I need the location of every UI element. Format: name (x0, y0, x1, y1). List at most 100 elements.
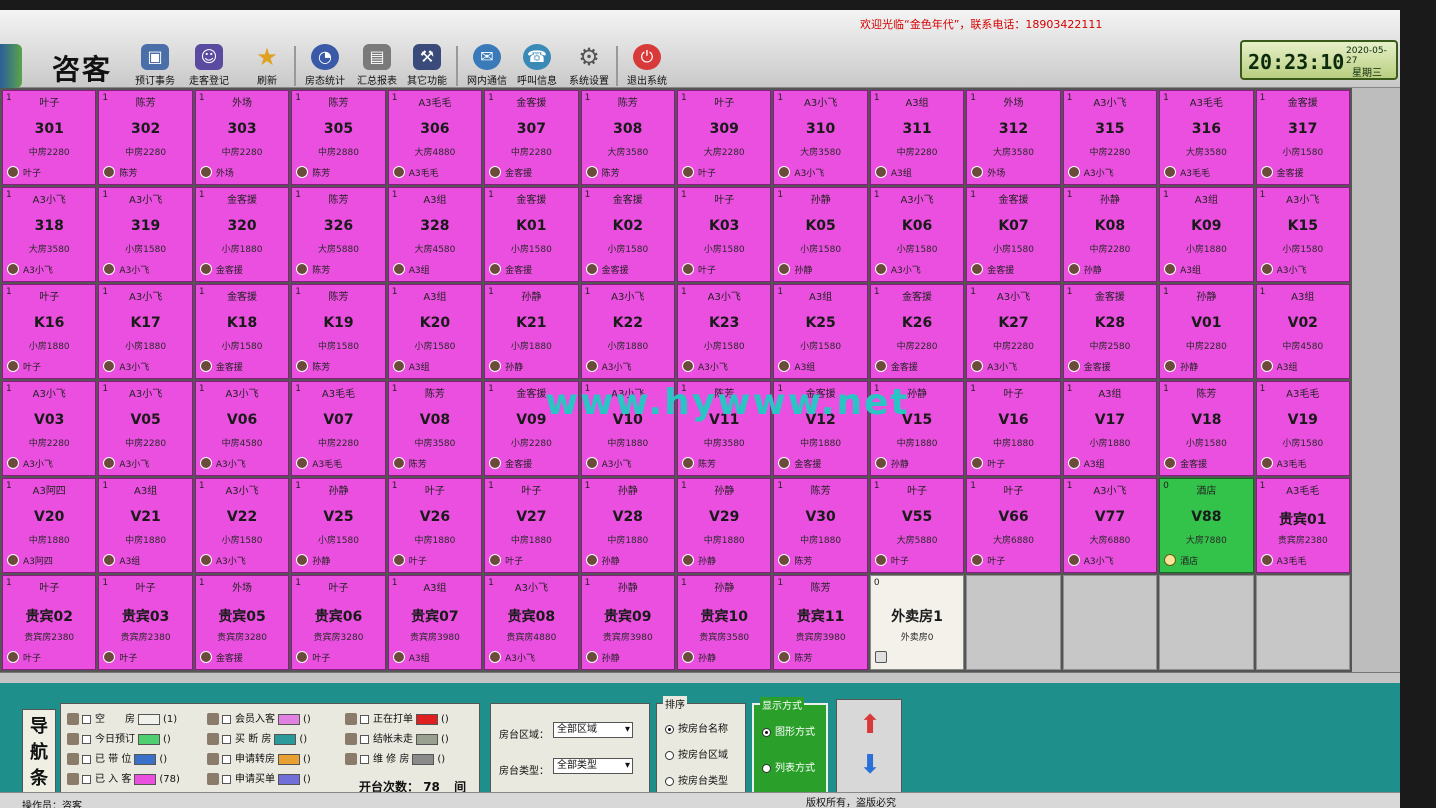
legend-checkbox[interactable] (82, 774, 91, 784)
booking-button[interactable]: ▣ 预订事务 (128, 44, 182, 88)
room-cell[interactable]: 0 酒店 V88 大房7880 酒店 (1159, 478, 1254, 573)
room-cell[interactable]: 1 陈芳 326 大房5880 陈芳 (291, 187, 386, 282)
room-cell[interactable]: 1 孙静 贵宾10 贵宾房3580 孙静 (677, 575, 772, 670)
room-cell[interactable]: 1 孙静 K05 小房1580 孙静 (773, 187, 868, 282)
room-cell[interactable]: 1 陈芳 V30 中房1880 陈芳 (773, 478, 868, 573)
room-cell[interactable]: 1 陈芳 V18 小房1580 金客援 (1159, 381, 1254, 476)
room-cell[interactable]: 1 叶子 V66 大房6880 叶子 (966, 478, 1061, 573)
room-cell[interactable]: 1 A3小飞 318 大房3580 A3小飞 (2, 187, 97, 282)
room-cell[interactable]: 1 A3组 K25 小房1580 A3组 (773, 284, 868, 379)
room-cell[interactable]: 1 A3小飞 319 小房1580 A3小飞 (98, 187, 193, 282)
room-cell[interactable]: 1 A3毛毛 306 大房4880 A3毛毛 (387, 90, 483, 185)
room-cell[interactable]: 1 A3小飞 V05 中房2280 A3小飞 (98, 381, 193, 476)
sort-option[interactable]: 按房台名称 (665, 720, 728, 735)
legend-checkbox[interactable] (222, 754, 231, 764)
room-cell[interactable]: 1 A3小飞 V06 中房4580 A3小飞 (194, 381, 290, 476)
room-cell[interactable]: 1 A3组 K20 小房1580 A3组 (387, 284, 483, 379)
room-cell[interactable]: 1 A3组 K09 小房1880 A3组 (1159, 187, 1254, 282)
room-cell[interactable]: 1 A3小飞 310 大房3580 A3小飞 (773, 90, 868, 185)
room-cell[interactable]: 1 A3毛毛 316 大房3580 A3毛毛 (1159, 90, 1254, 185)
room-cell[interactable]: 0 外卖房1 外卖房0 (869, 575, 965, 670)
room-cell[interactable]: 1 外场 312 大房3580 外场 (966, 90, 1061, 185)
walk-register-button[interactable]: ☺ 走客登记 (182, 44, 236, 88)
legend-checkbox[interactable] (222, 774, 231, 784)
legend-checkbox[interactable] (82, 714, 91, 724)
room-cell[interactable]: 1 陈芳 302 中房2280 陈芳 (98, 90, 193, 185)
room-cell[interactable]: 1 外场 贵宾05 贵宾房3280 金客援 (194, 575, 290, 670)
room-cell[interactable]: 1 金客援 K26 中房2280 金客援 (869, 284, 965, 379)
room-cell[interactable]: 1 A3小飞 K23 小房1580 A3小飞 (677, 284, 772, 379)
room-cell[interactable]: 1 A3组 贵宾07 贵宾房3980 A3组 (387, 575, 483, 670)
room-cell[interactable]: 1 叶子 K03 小房1580 叶子 (677, 187, 772, 282)
room-cell[interactable]: 1 金客援 307 中房2280 金客援 (484, 90, 579, 185)
room-cell[interactable]: 1 A3组 V17 小房1880 A3组 (1062, 381, 1158, 476)
room-cell[interactable]: 1 孙静 V28 中房1880 孙静 (580, 478, 675, 573)
sort-option[interactable]: 按房台类型 (665, 772, 728, 787)
legend-checkbox[interactable] (360, 714, 369, 724)
room-cell[interactable]: 1 A3小飞 V10 中房1880 A3小飞 (580, 381, 675, 476)
scroll-down-button[interactable]: ⬇ (855, 750, 885, 780)
room-cell[interactable]: 1 A3毛毛 V19 小房1580 A3毛毛 (1255, 381, 1350, 476)
display-option[interactable]: 图形方式 (762, 723, 815, 738)
other-functions-button[interactable]: ⚒ 其它功能 (400, 44, 454, 88)
room-cell[interactable]: 1 陈芳 308 大房3580 陈芳 (580, 90, 675, 185)
room-cell[interactable]: 1 A3小飞 贵宾08 贵宾房4880 A3小飞 (484, 575, 579, 670)
legend-checkbox[interactable] (360, 754, 369, 764)
room-cell[interactable]: 1 A3组 328 大房4580 A3组 (387, 187, 483, 282)
room-cell[interactable]: 1 陈芳 K19 中房1580 陈芳 (291, 284, 386, 379)
room-cell[interactable]: 1 A3毛毛 贵宾01 贵宾房2380 A3毛毛 (1255, 478, 1350, 573)
room-cell[interactable]: 1 叶子 V27 中房1880 叶子 (484, 478, 579, 573)
room-cell[interactable]: 1 A3阿四 V20 中房1880 A3阿四 (2, 478, 97, 573)
room-cell[interactable]: 1 叶子 贵宾06 贵宾房3280 叶子 (291, 575, 386, 670)
room-cell[interactable]: 1 A3小飞 V22 小房1580 A3小飞 (194, 478, 290, 573)
room-cell[interactable]: 1 金客援 320 小房1880 金客援 (194, 187, 290, 282)
intranet-chat-button[interactable]: ✉ 网内通信 (460, 44, 514, 88)
legend-checkbox[interactable] (222, 734, 231, 744)
room-cell[interactable]: 1 陈芳 V11 中房3580 陈芳 (677, 381, 772, 476)
room-cell[interactable]: 1 A3小飞 K15 小房1580 A3小飞 (1255, 187, 1350, 282)
room-cell[interactable]: 1 金客援 K07 小房1580 金客援 (966, 187, 1061, 282)
room-cell[interactable]: 1 叶子 V26 中房1880 叶子 (387, 478, 483, 573)
scroll-up-button[interactable]: ⬆ (855, 710, 885, 740)
sort-option[interactable]: 按房台区域 (665, 746, 728, 761)
room-cell[interactable]: 1 孙静 K21 小房1880 孙静 (484, 284, 579, 379)
room-cell[interactable]: 1 孙静 V25 小房1580 孙静 (291, 478, 386, 573)
room-cell[interactable]: 1 叶子 309 大房2280 叶子 (677, 90, 772, 185)
room-cell[interactable]: 1 叶子 301 中房2280 叶子 (2, 90, 97, 185)
room-cell[interactable]: 1 金客援 317 小房1580 金客援 (1255, 90, 1350, 185)
room-cell[interactable]: 1 A3小飞 V77 大房6880 A3小飞 (1062, 478, 1158, 573)
room-cell[interactable]: 1 金客援 K18 小房1580 金客援 (194, 284, 290, 379)
type-select[interactable]: 全部类型 (553, 758, 633, 774)
room-cell[interactable]: 1 A3小飞 V03 中房2280 A3小飞 (2, 381, 97, 476)
room-cell[interactable]: 1 A3小飞 K27 中房2280 A3小飞 (966, 284, 1061, 379)
room-cell[interactable]: 1 A3组 V21 中房1880 A3组 (98, 478, 193, 573)
room-cell[interactable]: 1 陈芳 V08 中房3580 陈芳 (387, 381, 483, 476)
refresh-button[interactable]: ★ 刷新 (240, 44, 294, 88)
room-cell[interactable]: 1 叶子 贵宾03 贵宾房2380 叶子 (98, 575, 193, 670)
room-cell[interactable]: 1 叶子 V55 大房5880 叶子 (869, 478, 965, 573)
legend-checkbox[interactable] (82, 754, 91, 764)
room-cell[interactable]: 1 A3小飞 315 中房2280 A3小飞 (1062, 90, 1158, 185)
room-cell[interactable]: 1 陈芳 305 中房2880 陈芳 (291, 90, 386, 185)
room-cell[interactable]: 1 金客援 K01 小房1580 金客援 (484, 187, 579, 282)
room-cell[interactable]: 1 孙静 V01 中房2280 孙静 (1159, 284, 1254, 379)
legend-checkbox[interactable] (82, 734, 91, 744)
legend-checkbox[interactable] (222, 714, 231, 724)
room-cell[interactable]: 1 陈芳 贵宾11 贵宾房3980 陈芳 (773, 575, 868, 670)
room-cell[interactable]: 1 叶子 贵宾02 贵宾房2380 叶子 (2, 575, 97, 670)
legend-checkbox[interactable] (360, 734, 369, 744)
room-cell[interactable]: 1 A3小飞 K22 小房1880 A3小飞 (580, 284, 675, 379)
room-cell[interactable]: 1 叶子 V16 中房1880 叶子 (966, 381, 1061, 476)
room-cell[interactable]: 1 A3组 V02 中房4580 A3组 (1255, 284, 1350, 379)
room-cell[interactable]: 1 A3小飞 K06 小房1580 A3小飞 (869, 187, 965, 282)
room-cell[interactable]: 1 金客援 V12 中房1880 金客援 (773, 381, 868, 476)
exit-button[interactable]: ⏻ 退出系统 (620, 44, 674, 88)
room-cell[interactable]: 1 孙静 K08 中房2280 孙静 (1062, 187, 1158, 282)
area-select[interactable]: 全部区域 (553, 722, 633, 738)
display-option[interactable]: 列表方式 (762, 759, 815, 774)
room-cell[interactable]: 1 叶子 K16 小房1880 叶子 (2, 284, 97, 379)
room-cell[interactable]: 1 孙静 贵宾09 贵宾房3980 孙静 (580, 575, 675, 670)
room-cell[interactable]: 1 外场 303 中房2280 外场 (194, 90, 290, 185)
room-cell[interactable]: 1 孙静 V15 中房1880 孙静 (869, 381, 965, 476)
room-cell[interactable]: 1 A3组 311 中房2280 A3组 (869, 90, 965, 185)
